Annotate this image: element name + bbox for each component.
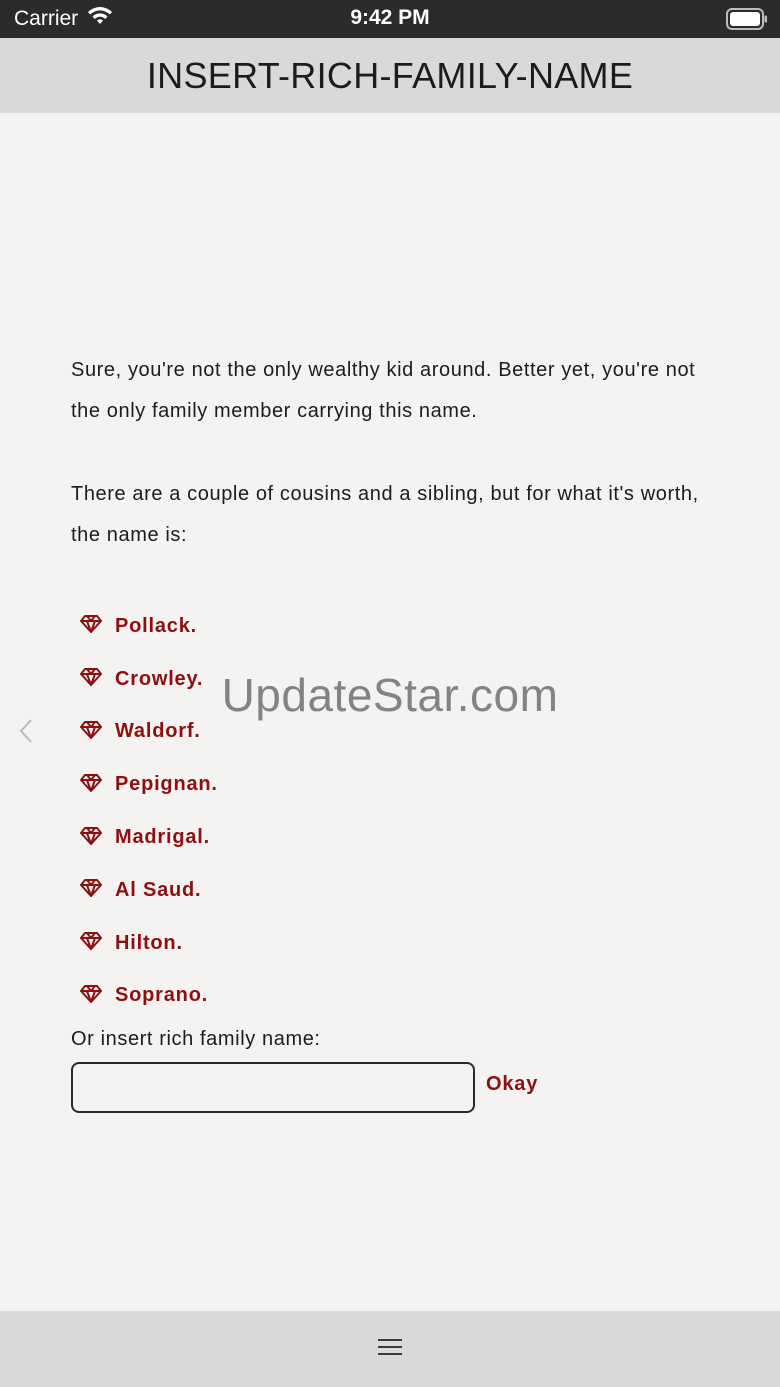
gem-icon <box>80 984 102 1003</box>
family-item-crowley[interactable]: Crowley. <box>80 653 218 706</box>
family-item-label: Pepignan. <box>115 773 218 796</box>
family-item-soprano[interactable]: Soprano. <box>80 970 218 1023</box>
family-list: Pollack. Crowley. Waldorf. Pepignan. Mad… <box>80 600 218 1022</box>
family-item-label: Madrigal. <box>115 826 210 849</box>
okay-button[interactable]: Okay <box>486 1073 538 1096</box>
family-item-al-saud[interactable]: Al Saud. <box>80 864 218 917</box>
gem-icon <box>80 668 102 687</box>
family-item-label: Soprano. <box>115 984 209 1007</box>
status-bar: Carrier 9:42 PM <box>0 0 780 38</box>
chevron-left-icon[interactable] <box>18 718 34 749</box>
family-item-hilton[interactable]: Hilton. <box>80 917 218 970</box>
family-name-input[interactable] <box>71 1062 475 1113</box>
family-item-pollack[interactable]: Pollack. <box>80 600 218 653</box>
gem-icon <box>80 773 102 792</box>
insert-name-label: Or insert rich family name: <box>71 1028 321 1050</box>
intro-text: Sure, you're not the only wealthy kid ar… <box>71 350 731 598</box>
family-item-label: Pollack. <box>115 614 197 637</box>
battery-icon <box>726 8 767 30</box>
family-item-label: Waldorf. <box>115 720 201 743</box>
gem-icon <box>80 615 102 634</box>
intro-paragraph-1: Sure, you're not the only wealthy kid ar… <box>71 359 696 422</box>
menu-icon[interactable] <box>378 1338 402 1361</box>
bottom-bar <box>0 1311 780 1387</box>
family-item-waldorf[interactable]: Waldorf. <box>80 706 218 759</box>
family-item-label: Crowley. <box>115 667 204 690</box>
intro-paragraph-2: There are a couple of cousins and a sibl… <box>71 483 699 546</box>
family-item-pepignan[interactable]: Pepignan. <box>80 758 218 811</box>
gem-icon <box>80 932 102 951</box>
gem-icon <box>80 720 102 739</box>
family-item-label: Al Saud. <box>115 878 202 901</box>
title-bar: INSERT-RICH-FAMILY-NAME <box>0 38 780 113</box>
family-item-label: Hilton. <box>115 931 183 954</box>
page-title: INSERT-RICH-FAMILY-NAME <box>146 54 634 96</box>
gem-icon <box>80 826 102 845</box>
gem-icon <box>80 879 102 898</box>
family-item-madrigal[interactable]: Madrigal. <box>80 811 218 864</box>
clock: 9:42 PM <box>350 6 430 29</box>
